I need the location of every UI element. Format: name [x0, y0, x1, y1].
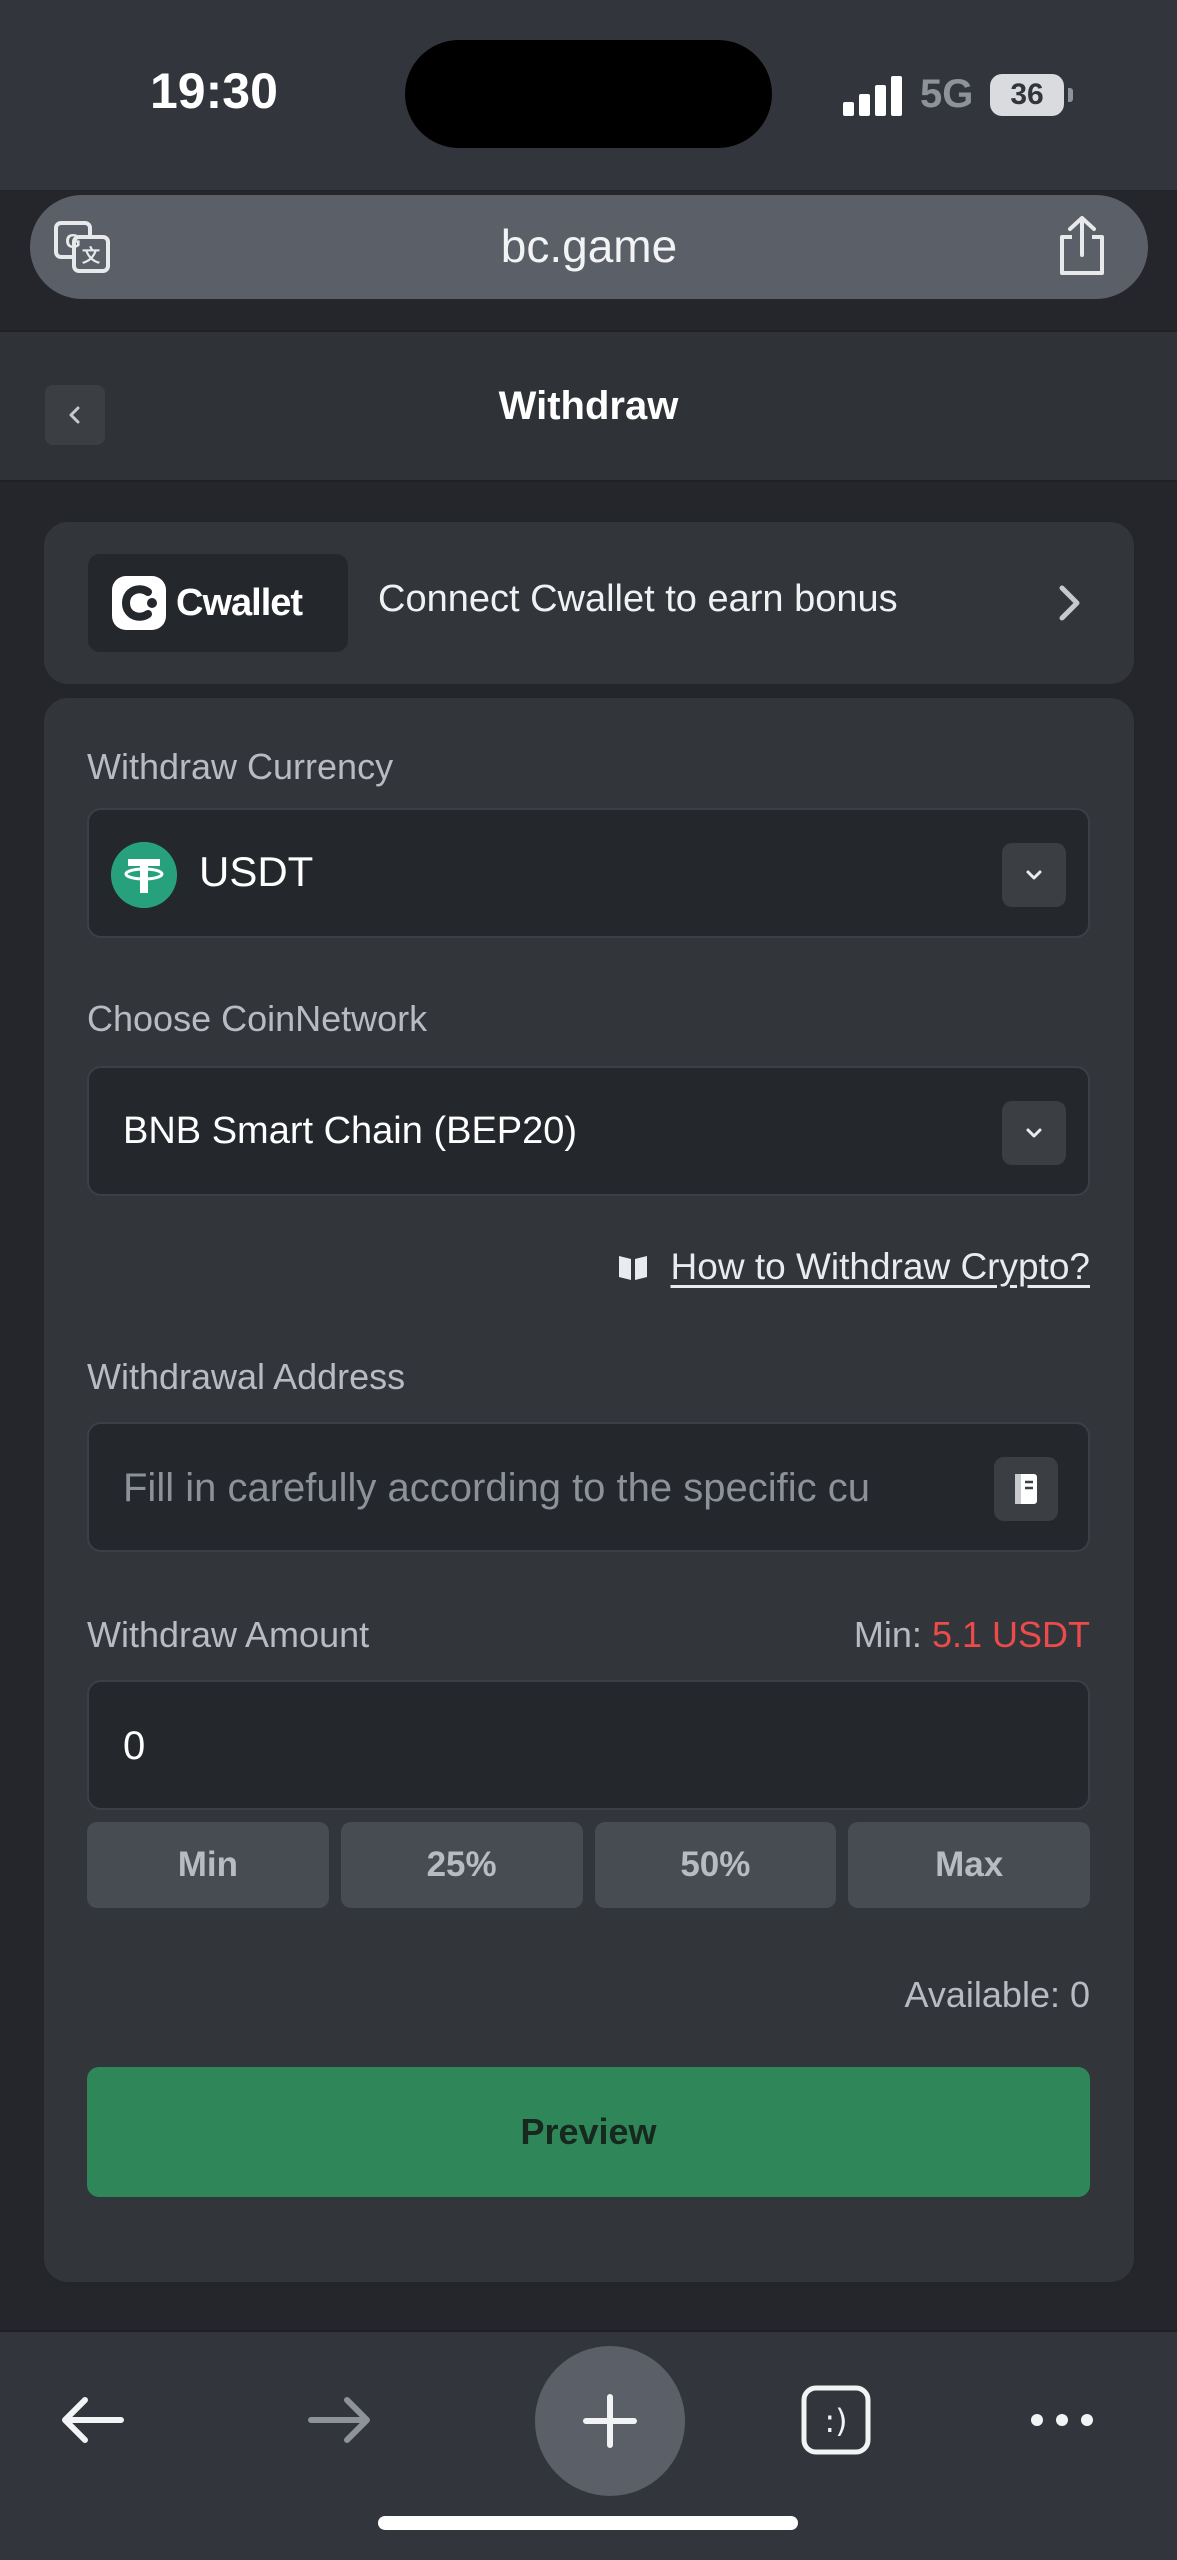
cwallet-banner[interactable]: Cwallet Connect Cwallet to earn bonus — [44, 522, 1134, 684]
tether-icon — [111, 842, 177, 908]
network-dropdown-button[interactable] — [1002, 1101, 1066, 1165]
home-indicator — [378, 2516, 798, 2530]
withdraw-form: Withdraw Currency USDT Choose CoinNetwor… — [44, 698, 1134, 2282]
available-balance: Available: 0 — [904, 1974, 1090, 2015]
address-book-button[interactable] — [994, 1457, 1058, 1521]
page-title: Withdraw — [498, 384, 679, 428]
amount-input[interactable]: 0 — [87, 1680, 1090, 1810]
currency-value: USDT — [199, 848, 314, 895]
chevron-right-icon — [1059, 585, 1080, 621]
chevron-down-icon — [1026, 870, 1042, 880]
address-label: Withdrawal Address — [87, 1356, 406, 1397]
network-label: Choose CoinNetwork — [87, 998, 428, 1039]
percentage-buttons: Min 25% 50% Max — [87, 1822, 1090, 1908]
max-button[interactable]: Max — [848, 1822, 1090, 1908]
browser-forward-button[interactable] — [300, 2380, 380, 2460]
howto-link-text[interactable]: How to Withdraw Crypto? — [671, 1246, 1090, 1288]
tabs-button[interactable]: :) — [796, 2380, 876, 2460]
cwallet-promo-text: Connect Cwallet to earn bonus — [378, 578, 898, 620]
currency-select[interactable]: USDT — [87, 808, 1090, 938]
address-input[interactable]: Fill in carefully according to the speci… — [87, 1422, 1090, 1552]
share-icon[interactable] — [1054, 215, 1110, 277]
status-bar: 19:30 5G 36 — [0, 0, 1177, 190]
amount-value: 0 — [123, 1724, 146, 1768]
address-book-icon — [1015, 1474, 1037, 1504]
new-tab-button[interactable] — [535, 2346, 685, 2496]
min-label: Min: — [853, 1614, 922, 1655]
address-placeholder: Fill in carefully according to the speci… — [123, 1466, 870, 1510]
browser-back-button[interactable] — [52, 2380, 132, 2460]
dynamic-island — [405, 40, 772, 148]
arrow-left-icon — [62, 2397, 124, 2443]
book-icon — [618, 1256, 647, 1280]
min-amount-info: Min: 5.1 USDT — [854, 1614, 1090, 1656]
more-button[interactable] — [1022, 2380, 1102, 2460]
pct-50-button[interactable]: 50% — [594, 1822, 837, 1908]
network-type: 5G — [920, 72, 974, 116]
battery-icon: 36 — [990, 74, 1073, 116]
pct-25-button[interactable]: 25% — [340, 1822, 583, 1908]
min-value: 5.1 USDT — [931, 1614, 1090, 1655]
amount-label: Withdraw Amount — [87, 1614, 370, 1655]
url-bar[interactable]: G 文 bc.game — [30, 195, 1148, 299]
url-text[interactable]: bc.game — [30, 219, 1148, 273]
app-header: Withdraw — [0, 330, 1177, 482]
network-select[interactable]: BNB Smart Chain (BEP20) — [87, 1066, 1090, 1196]
arrow-right-icon — [308, 2397, 370, 2443]
currency-label: Withdraw Currency — [87, 746, 394, 787]
cwallet-logo-text: Cwallet — [176, 581, 303, 624]
svg-text::): :) — [824, 2402, 847, 2440]
currency-dropdown-button[interactable] — [1002, 843, 1066, 907]
chevron-down-icon — [1026, 1128, 1042, 1138]
network-value: BNB Smart Chain (BEP20) — [123, 1110, 578, 1152]
cwallet-logo: Cwallet — [88, 554, 348, 652]
min-button[interactable]: Min — [87, 1822, 329, 1908]
cwallet-icon — [112, 576, 166, 630]
signal-icon — [843, 76, 903, 116]
plus-icon — [583, 2394, 637, 2448]
tabs-icon: :) — [801, 2385, 871, 2455]
more-dots-icon — [1031, 2414, 1093, 2426]
status-time: 19:30 — [150, 63, 278, 119]
howto-link[interactable]: How to Withdraw Crypto? — [617, 1246, 1090, 1288]
preview-button[interactable]: Preview — [87, 2067, 1090, 2197]
